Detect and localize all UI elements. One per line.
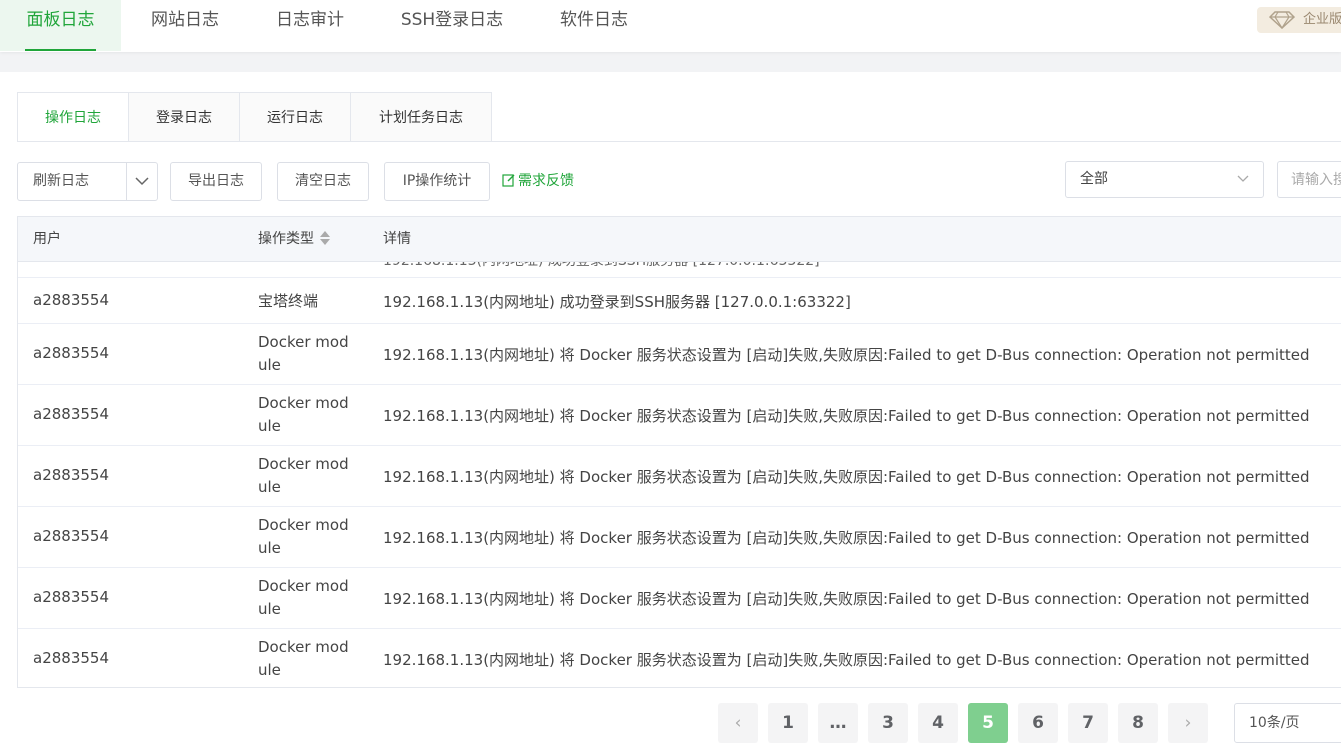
tab-site-logs[interactable]: 网站日志 <box>134 0 236 51</box>
subtab-run-log[interactable]: 运行日志 <box>240 92 351 142</box>
table-row: a2883554 Docker module 192.168.1.13(内网地址… <box>18 629 1341 687</box>
cell-user: a2883554 <box>33 527 109 545</box>
page-button[interactable]: 3 <box>868 703 908 743</box>
cell-detail: 192.168.1.13(内网地址) 成功登录到SSH服务器 [127.0.0.… <box>383 262 820 270</box>
cell-user: a2883554 <box>33 291 109 309</box>
table-row: a2883554 宝塔终端 192.168.1.13(内网地址) 成功登录到SS… <box>18 278 1341 324</box>
subtab-task-log[interactable]: 计划任务日志 <box>351 92 492 142</box>
page-button[interactable]: 1 <box>768 703 808 743</box>
next-page-button[interactable]: › <box>1168 703 1208 743</box>
content-card: 操作日志 登录日志 运行日志 计划任务日志 刷新日志 导出日志 清空日志 IP操… <box>0 72 1341 754</box>
table-row: a2883554 Docker module 192.168.1.13(内网地址… <box>18 446 1341 507</box>
cell-type: Docker module <box>258 394 349 435</box>
page-ellipsis[interactable]: … <box>818 703 858 743</box>
column-type[interactable]: 操作类型 <box>258 217 330 261</box>
page-button[interactable]: 8 <box>1118 703 1158 743</box>
page-button[interactable]: 4 <box>918 703 958 743</box>
page-button[interactable]: 6 <box>1018 703 1058 743</box>
tab-software-logs[interactable]: 软件日志 <box>543 0 645 51</box>
sub-tabs: 操作日志 登录日志 运行日志 计划任务日志 <box>17 92 492 142</box>
cell-type: Docker module <box>258 638 349 679</box>
subtab-operation-log[interactable]: 操作日志 <box>17 92 129 142</box>
table-row: a2883554 Docker module 192.168.1.13(内网地址… <box>18 324 1341 385</box>
cell-detail: 192.168.1.13(内网地址) 将 Docker 服务状态设置为 [启动]… <box>383 468 1310 486</box>
cell-type: Docker module <box>258 455 349 496</box>
cell-type: Docker module <box>258 333 349 374</box>
tab-log-audit[interactable]: 日志审计 <box>259 0 361 51</box>
cell-detail: 192.168.1.13(内网地址) 将 Docker 服务状态设置为 [启动]… <box>383 407 1310 425</box>
edit-icon <box>502 174 515 187</box>
sort-icon[interactable] <box>320 231 330 245</box>
filter-value: 全部 <box>1080 171 1108 187</box>
table-body: 192.168.1.13(内网地址) 成功登录到SSH服务器 [127.0.0.… <box>18 262 1341 687</box>
page-button-current[interactable]: 5 <box>968 703 1008 743</box>
tab-panel-logs[interactable]: 面板日志 <box>0 0 121 51</box>
column-type-label: 操作类型 <box>258 231 314 247</box>
tab-ssh-logs[interactable]: SSH登录日志 <box>384 0 520 51</box>
top-nav: 面板日志 网站日志 日志审计 SSH登录日志 软件日志 企业版 <box>0 0 1341 52</box>
table-row: a2883554 Docker module 192.168.1.13(内网地址… <box>18 507 1341 568</box>
feedback-link[interactable]: 需求反馈 <box>502 162 574 201</box>
table-header: 用户 操作类型 详情 <box>18 217 1341 262</box>
cell-user: a2883554 <box>33 344 109 362</box>
search-input[interactable] <box>1277 161 1341 198</box>
cell-detail: 192.168.1.13(内网地址) 将 Docker 服务状态设置为 [启动]… <box>383 346 1310 364</box>
cell-detail: 192.168.1.13(内网地址) 将 Docker 服务状态设置为 [启动]… <box>383 529 1310 547</box>
enterprise-badge[interactable]: 企业版 <box>1257 7 1341 33</box>
type-filter-select[interactable]: 全部 <box>1065 161 1264 198</box>
subtab-login-log[interactable]: 登录日志 <box>129 92 240 142</box>
chevron-down-icon <box>1237 175 1249 182</box>
cell-type: Docker module <box>258 577 349 618</box>
cell-type: 宝塔终端 <box>258 292 319 310</box>
cell-user: a2883554 <box>33 405 109 423</box>
diamond-icon <box>1269 11 1295 29</box>
cell-user: a2883554 <box>33 466 109 484</box>
prev-page-button[interactable]: ‹ <box>718 703 758 743</box>
ip-stats-button[interactable]: IP操作统计 <box>384 162 490 201</box>
page-size-select[interactable]: 10条/页 <box>1234 703 1341 743</box>
cell-type: Docker module <box>258 516 349 557</box>
split-divider <box>126 163 127 200</box>
subtab-divider <box>17 141 1341 142</box>
enterprise-label: 企业版 <box>1303 12 1341 27</box>
clear-log-button[interactable]: 清空日志 <box>277 162 369 201</box>
log-table: 用户 操作类型 详情 192.168.1.13(内网地址) 成功登录到SSH服务… <box>17 216 1341 688</box>
cell-user: a2883554 <box>33 588 109 606</box>
table-row: a2883554 Docker module 192.168.1.13(内网地址… <box>18 385 1341 446</box>
page-button[interactable]: 7 <box>1068 703 1108 743</box>
table-row: 192.168.1.13(内网地址) 成功登录到SSH服务器 [127.0.0.… <box>18 262 1341 278</box>
chevron-down-icon[interactable] <box>135 177 149 186</box>
cell-user: a2883554 <box>33 649 109 667</box>
column-user: 用户 <box>33 231 61 247</box>
refresh-log-label: 刷新日志 <box>33 173 89 189</box>
column-detail: 详情 <box>383 231 411 247</box>
cell-detail: 192.168.1.13(内网地址) 成功登录到SSH服务器 [127.0.0.… <box>383 293 851 311</box>
feedback-label: 需求反馈 <box>518 173 574 189</box>
table-row: a2883554 Docker module 192.168.1.13(内网地址… <box>18 568 1341 629</box>
cell-detail: 192.168.1.13(内网地址) 将 Docker 服务状态设置为 [启动]… <box>383 651 1310 669</box>
cell-detail: 192.168.1.13(内网地址) 将 Docker 服务状态设置为 [启动]… <box>383 590 1310 608</box>
refresh-log-button[interactable]: 刷新日志 <box>17 162 158 201</box>
export-log-button[interactable]: 导出日志 <box>170 162 262 201</box>
